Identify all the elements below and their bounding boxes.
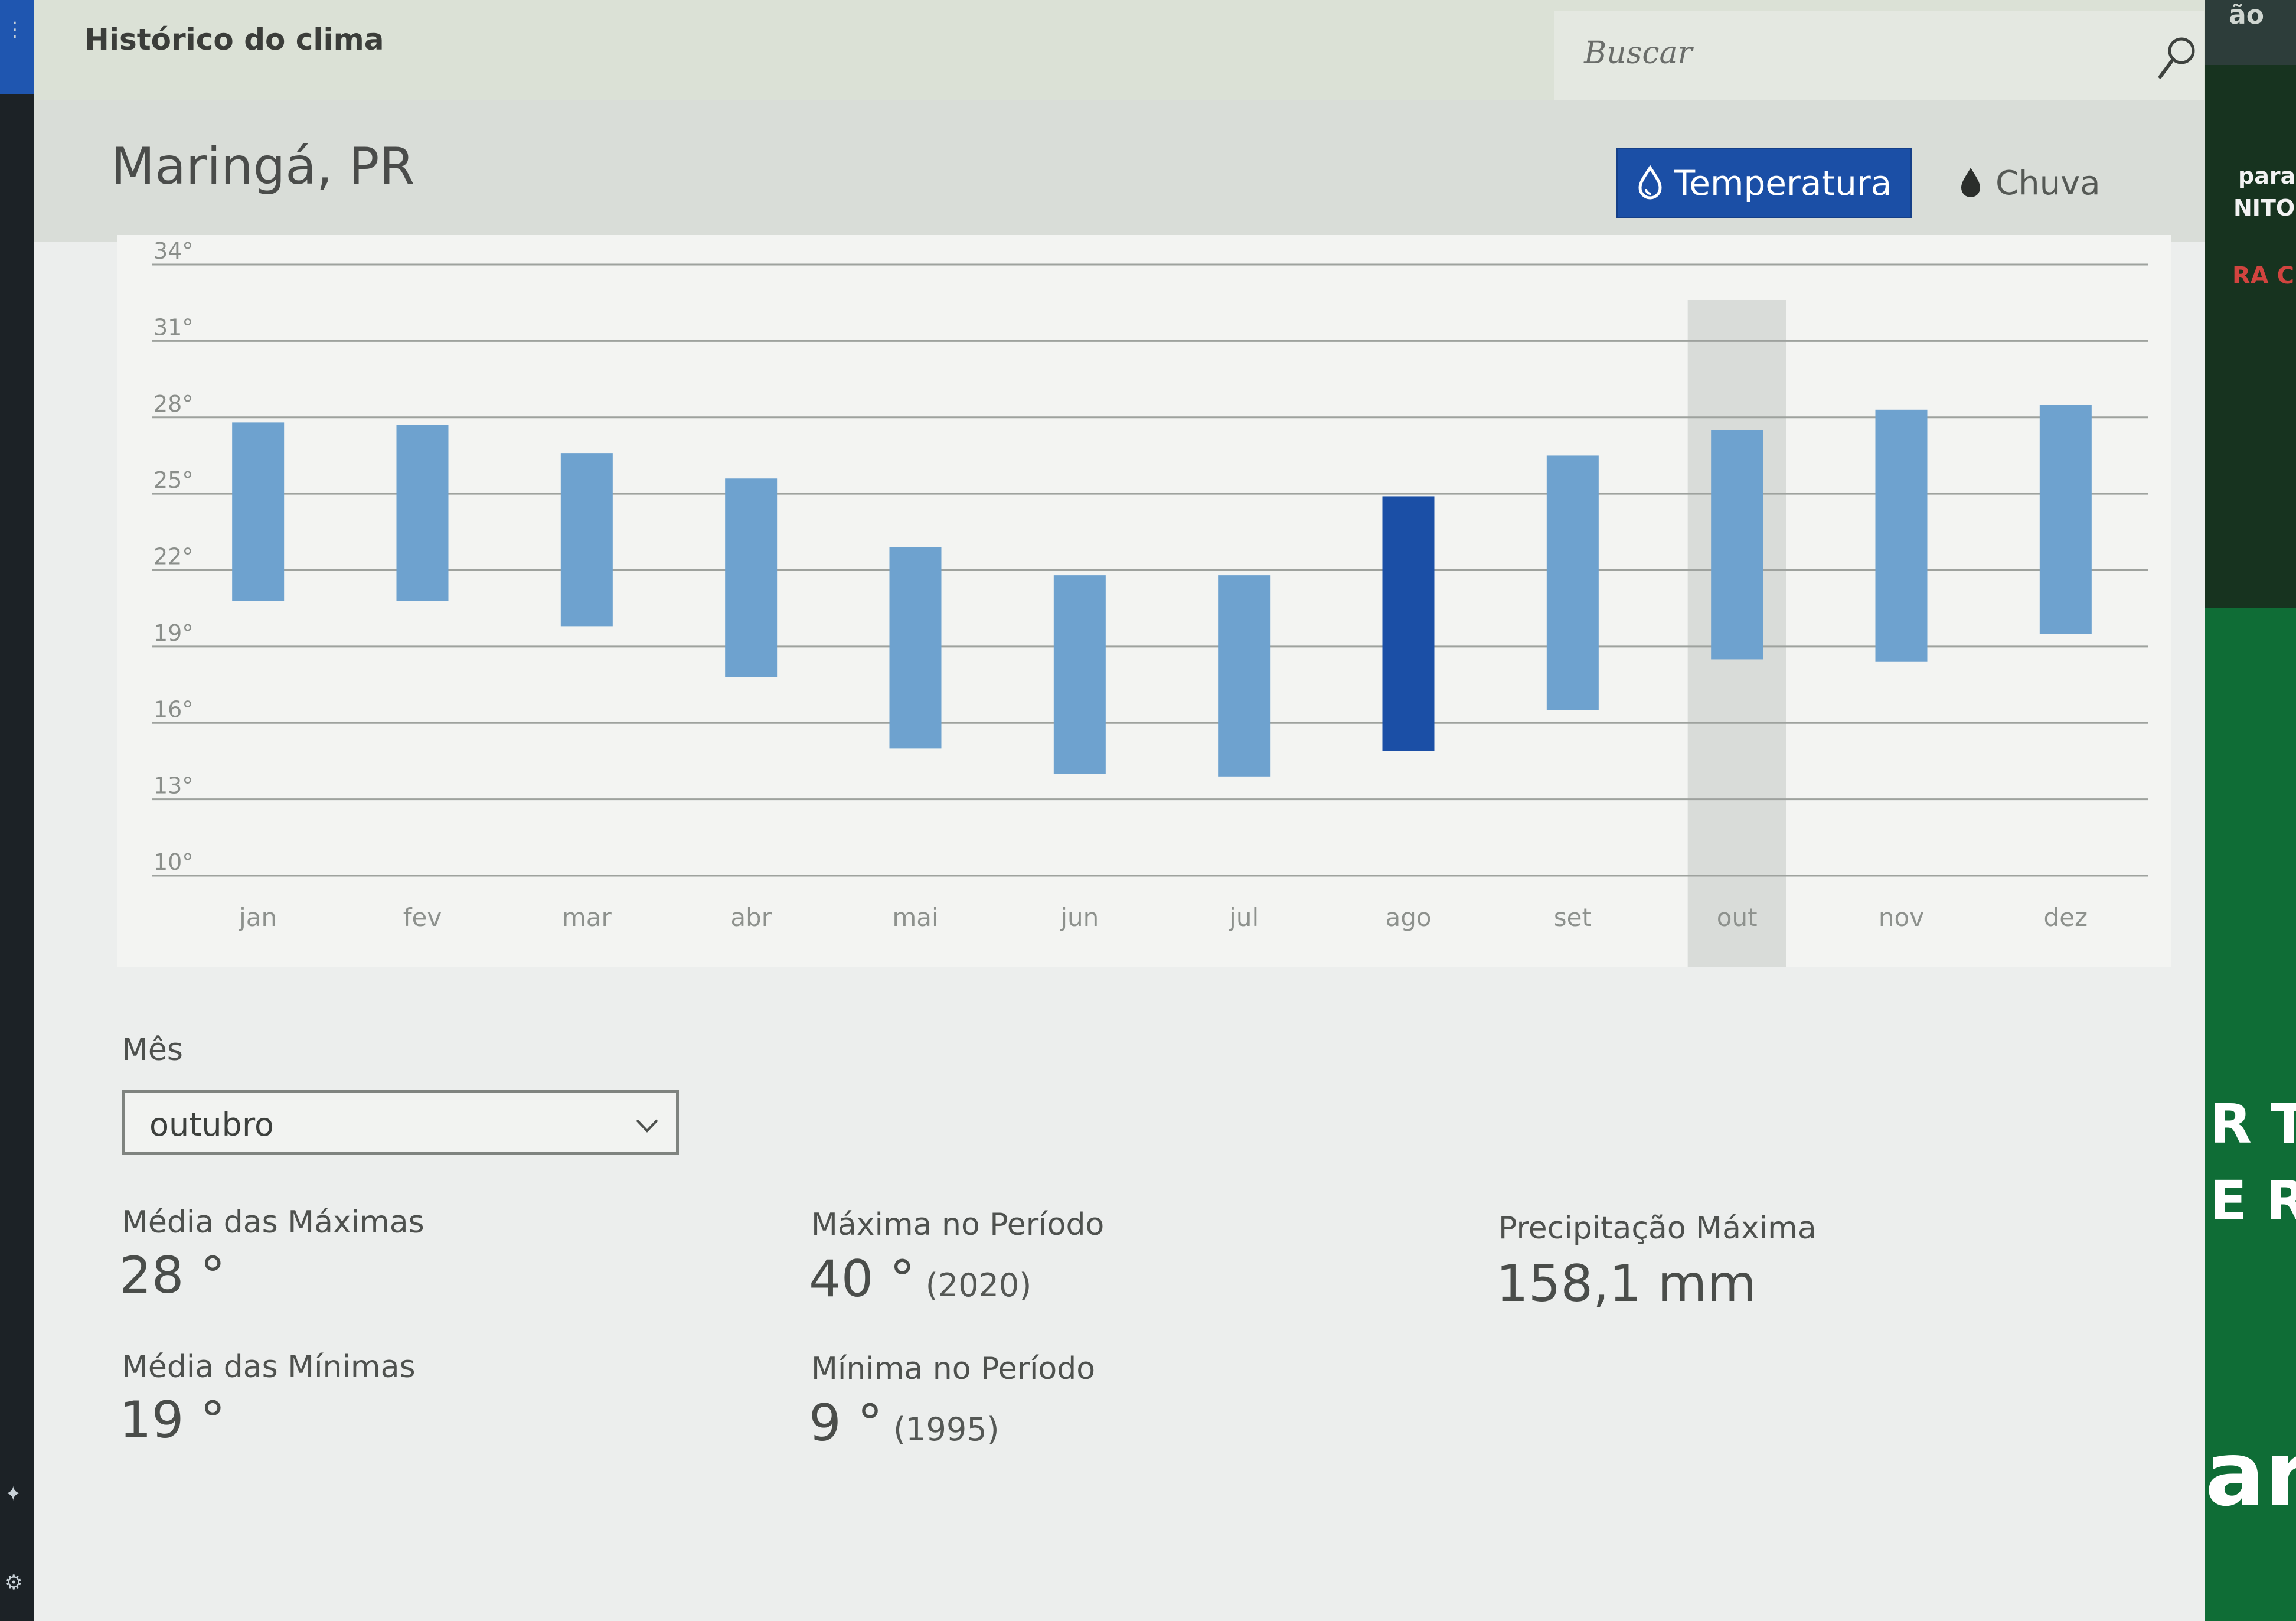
temperature-bar-jun	[1053, 575, 1106, 774]
x-tick-label: ago	[1385, 903, 1431, 932]
x-tick-label: jun	[1060, 903, 1099, 932]
temperature-bar-abr	[725, 478, 778, 677]
rain-drop-icon	[1961, 168, 1980, 197]
x-tick-label: mai	[892, 903, 938, 932]
temperature-bar-mar	[560, 453, 613, 627]
temperature-chart-svg: 34° 31° 28° 25° 22° 19° 16° 13° 10° jan fev mar abr m…	[152, 238, 2148, 967]
x-tick-label: abr	[730, 903, 772, 932]
y-tick-label: 28°	[153, 391, 193, 417]
title-bar: Histórico do clima Buscar	[34, 0, 2205, 100]
x-tick-label: jul	[1229, 903, 1259, 932]
location-title: Maringá, PR	[111, 137, 415, 196]
period-max-label: Máxima no Período	[811, 1207, 1105, 1242]
x-tick-label: mar	[562, 903, 612, 932]
background-right-window: ão para NITO RA C R T E R ar	[2205, 0, 2296, 1621]
background-text: para	[2238, 163, 2296, 189]
period-min-value: 9 ° (1995)	[809, 1394, 1000, 1453]
menu-icon: ⋮	[5, 18, 25, 41]
gear-icon: ⚙	[5, 1571, 23, 1594]
search-input[interactable]: Buscar	[1584, 35, 1692, 71]
x-tick-label: jan	[239, 903, 277, 932]
period-min-temp: 9 °	[809, 1394, 883, 1453]
search-icon[interactable]	[2157, 34, 2198, 81]
avg-min-value: 19 °	[119, 1391, 226, 1450]
y-tick-label: 31°	[153, 314, 193, 340]
temperature-bar-jan	[232, 422, 285, 601]
search-box[interactable]: Buscar	[1554, 11, 2204, 100]
month-select[interactable]: outubro	[122, 1090, 679, 1155]
background-text: NITO	[2233, 195, 2295, 221]
y-tick-label: 13°	[153, 773, 193, 799]
temperature-bar-out	[1711, 430, 1763, 660]
background-text: ão	[2229, 0, 2264, 30]
rain-toggle-label: Chuva	[1995, 164, 2101, 203]
background-text: ar	[2205, 1423, 2296, 1526]
weather-history-window: Histórico do clima Buscar Maringá, PR Te…	[34, 0, 2205, 1621]
temperature-toggle-label: Temperatura	[1674, 163, 1892, 203]
avg-min-label: Média das Mínimas	[122, 1349, 416, 1385]
background-left-accent	[0, 0, 34, 94]
y-tick-label: 34°	[153, 238, 193, 264]
temperature-toggle-button[interactable]: Temperatura	[1616, 148, 1912, 218]
background-text: R T	[2210, 1092, 2296, 1156]
y-tick-label: 19°	[153, 620, 193, 646]
background-text: RA C	[2232, 262, 2295, 289]
x-tick-label: set	[1554, 903, 1592, 932]
month-selector-label: Mês	[122, 1032, 183, 1068]
period-max-temp: 40 °	[809, 1250, 915, 1309]
temperature-bar-nov	[1875, 409, 1928, 662]
temperature-bar-fev	[396, 425, 449, 601]
temperature-chart: 34° 31° 28° 25° 22° 19° 16° 13° 10° jan fev mar abr m…	[117, 235, 2171, 967]
temperature-bar-mai	[889, 547, 942, 749]
temperature-drop-icon	[1638, 165, 1662, 200]
x-tick-label: fev	[403, 903, 442, 932]
period-max-year: (2020)	[925, 1267, 1032, 1304]
app-title: Histórico do clima	[84, 22, 384, 57]
x-tick-label: out	[1717, 903, 1758, 932]
x-tick-label: nov	[1879, 903, 1924, 932]
background-text: E R	[2210, 1169, 2296, 1232]
period-min-label: Mínima no Período	[811, 1351, 1096, 1387]
avg-max-label: Média das Máximas	[122, 1205, 424, 1240]
temperature-bar-ago	[1382, 496, 1435, 751]
y-tick-label: 22°	[153, 544, 193, 570]
x-tick-label: dez	[2044, 903, 2088, 932]
temperature-bar-dez	[2039, 405, 2092, 634]
precip-max-value: 158,1 mm	[1496, 1254, 1757, 1313]
pin-icon: ✦	[5, 1482, 22, 1506]
temperature-bar-jul	[1218, 575, 1271, 777]
period-min-year: (1995)	[893, 1411, 1000, 1448]
background-left-strip: ⋮ ✦ ⚙	[0, 0, 34, 1621]
precip-max-label: Precipitação Máxima	[1498, 1211, 1817, 1246]
y-tick-label: 16°	[153, 696, 193, 722]
avg-max-value: 28 °	[119, 1246, 226, 1305]
chevron-down-icon	[636, 1119, 658, 1133]
temperature-bar-set	[1546, 455, 1599, 710]
rain-toggle-button[interactable]: Chuva	[1959, 148, 2136, 218]
y-tick-label: 10°	[153, 849, 193, 875]
y-tick-label: 25°	[153, 467, 193, 493]
period-max-value: 40 ° (2020)	[809, 1250, 1031, 1309]
month-select-value: outubro	[149, 1106, 274, 1143]
